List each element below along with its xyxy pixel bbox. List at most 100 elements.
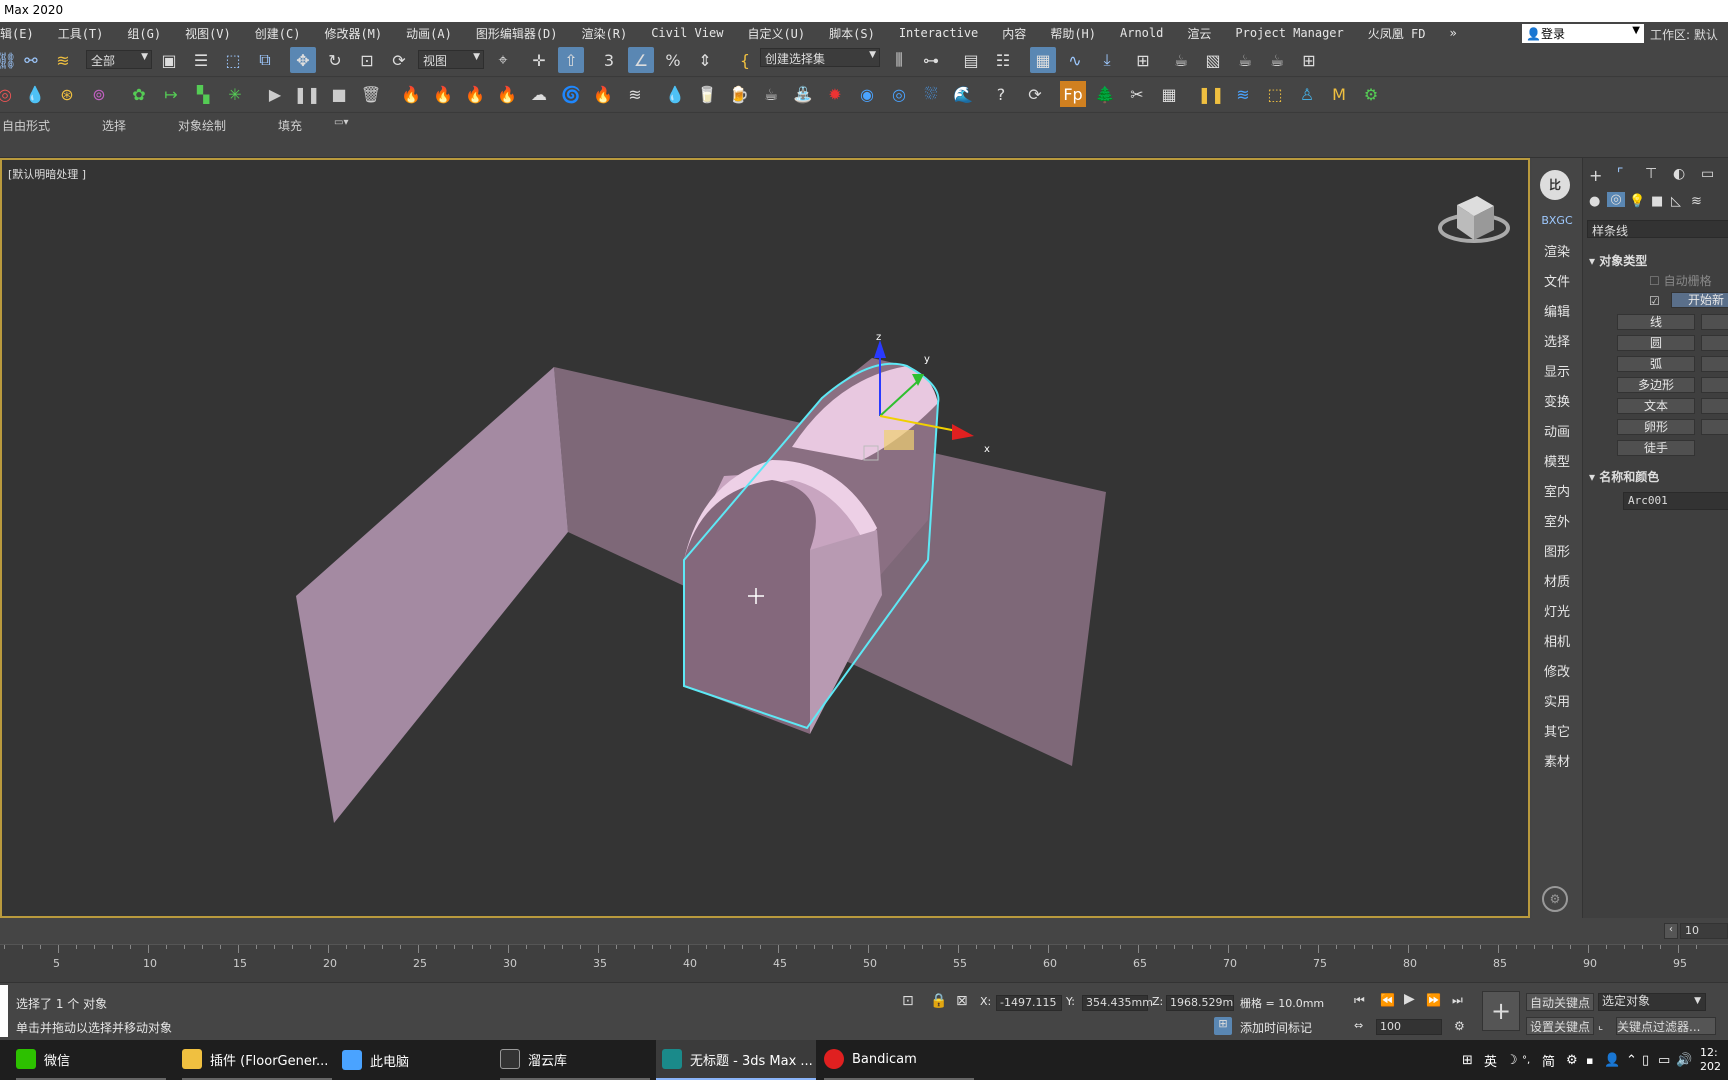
glass-icon[interactable]: 🥛: [694, 81, 720, 107]
spacewarps-icon[interactable]: ≋: [1691, 194, 1702, 209]
previous-frame-icon[interactable]: ⏪: [1380, 993, 1395, 1007]
side-nav-file[interactable]: 文件: [1532, 271, 1582, 290]
keyboard-shortcut-override-icon[interactable]: ⇧: [558, 47, 584, 73]
battery-icon[interactable]: ▯: [1642, 1040, 1649, 1080]
angle-snap-icon[interactable]: ∠: [628, 47, 654, 73]
object-name-input[interactable]: Arc001: [1623, 492, 1728, 510]
menu-group[interactable]: 组(G): [115, 25, 173, 42]
edit-named-selection-icon[interactable]: {: [732, 47, 758, 73]
x-coordinate-field[interactable]: -1497.115: [996, 995, 1062, 1011]
select-and-place-icon[interactable]: ⟳: [386, 47, 412, 73]
start-new-shape-checkbox[interactable]: ☑: [1649, 294, 1660, 308]
select-by-name-icon[interactable]: ☰: [188, 47, 214, 73]
bars-icon[interactable]: ❚❚: [1198, 81, 1225, 107]
figure-icon[interactable]: ♙: [1294, 81, 1320, 107]
fire-icon[interactable]: 🔥: [398, 81, 424, 107]
shape-button-section[interactable]: [1701, 419, 1728, 435]
volume-icon[interactable]: 🔊: [1676, 1040, 1692, 1080]
go-to-end-icon[interactable]: ⏭: [1452, 993, 1463, 1008]
splash-icon[interactable]: ⛆: [918, 81, 944, 107]
unlink-icon[interactable]: ⚯: [18, 47, 44, 73]
lights-icon[interactable]: 💡: [1629, 194, 1645, 209]
moon-icon[interactable]: ☽: [1506, 1040, 1518, 1080]
plugin-ring-icon[interactable]: ◎: [0, 81, 18, 107]
plugin-drop-icon[interactable]: 💧: [22, 81, 48, 107]
side-nav-model[interactable]: 模型: [1532, 451, 1582, 470]
lock-icon[interactable]: 🔒: [930, 993, 947, 1009]
refresh-icon[interactable]: ⟳: [1022, 81, 1048, 107]
fire-2-icon[interactable]: 🔥: [430, 81, 456, 107]
scene-explorer-icon[interactable]: ▤: [958, 47, 984, 73]
side-nav-lights[interactable]: 灯光: [1532, 601, 1582, 620]
settings-gear-icon[interactable]: ⚙: [1542, 886, 1568, 912]
shape-button-freehand[interactable]: 徒手: [1617, 440, 1695, 456]
set-key-big-button[interactable]: +: [1482, 991, 1520, 1031]
smoke-icon[interactable]: ☁: [526, 81, 552, 107]
play-animation-icon[interactable]: ▶: [1404, 991, 1415, 1007]
shape-button-text[interactable]: 文本: [1617, 398, 1695, 414]
login-dropdown[interactable]: 👤登录 ▼: [1522, 24, 1644, 43]
cup-icon[interactable]: ☕: [758, 81, 784, 107]
left-wall[interactable]: [296, 367, 568, 823]
settings-gear-icon[interactable]: ⚙: [1566, 1040, 1578, 1080]
add-time-tag-button[interactable]: 添加时间标记: [1240, 1019, 1312, 1036]
name-color-rollout[interactable]: ▾ 名称和颜色: [1589, 468, 1659, 485]
menu-help[interactable]: 帮助(H): [1038, 25, 1108, 42]
menu-fire-phoenix[interactable]: 火凤凰 FD: [1356, 25, 1438, 42]
bind-spacewarp-icon[interactable]: ≋: [50, 47, 76, 73]
maxscript-listener-strip[interactable]: [0, 985, 8, 1037]
side-nav-display[interactable]: 显示: [1532, 361, 1582, 380]
shape-button-rectangle[interactable]: [1701, 314, 1728, 330]
ribbon-tab-object-paint[interactable]: 对象绘制: [178, 117, 226, 134]
shape-button-ellipse[interactable]: [1701, 335, 1728, 351]
menu-animation[interactable]: 动画(A): [394, 25, 464, 42]
go-to-start-icon[interactable]: ⏮: [1354, 993, 1365, 1008]
taskbar-this-pc[interactable]: 此电脑: [342, 1040, 492, 1080]
fire-4-icon[interactable]: 🔥: [494, 81, 520, 107]
degree-icon[interactable]: °,: [1522, 1040, 1530, 1080]
menu-overflow[interactable]: »: [1437, 26, 1468, 40]
taskbar-liuyunku[interactable]: 溜云库: [500, 1040, 650, 1080]
plugin-orbit-icon[interactable]: ⊛: [54, 81, 80, 107]
frame-icon[interactable]: ⬚: [1262, 81, 1288, 107]
side-nav-cameras[interactable]: 相机: [1532, 631, 1582, 650]
sphere-icon[interactable]: ◉: [854, 81, 880, 107]
track-bar[interactable]: 5 10 15 20 25 30 35 40 45 50 55 60 65 70 75 80 85 90 95: [0, 944, 1728, 982]
menu-interactive[interactable]: Interactive: [887, 26, 990, 40]
stack-icon[interactable]: ≋: [1230, 81, 1256, 107]
y-coordinate-field[interactable]: 354.435mm: [1082, 995, 1153, 1011]
wave-icon[interactable]: ◎: [886, 81, 912, 107]
tree-icon[interactable]: 🌲: [1092, 81, 1118, 107]
side-nav-others[interactable]: 其它: [1532, 721, 1582, 740]
schematic-view-icon[interactable]: ⤓: [1094, 47, 1120, 73]
trash-icon[interactable]: 🗑: [358, 81, 384, 107]
menu-scripting[interactable]: 脚本(S): [817, 25, 887, 42]
side-nav-edit[interactable]: 编辑: [1532, 301, 1582, 320]
menu-arnold[interactable]: Arnold: [1108, 26, 1175, 40]
ribbon-tab-freeform[interactable]: 自由形式: [2, 117, 50, 134]
plugin-target-icon[interactable]: ⊚: [86, 81, 112, 107]
ribbon-tab-selection[interactable]: 选择: [102, 117, 126, 134]
side-nav-select[interactable]: 选择: [1532, 331, 1582, 350]
beer-icon[interactable]: 🍺: [726, 81, 752, 107]
menu-customize[interactable]: 自定义(U): [735, 25, 817, 42]
menu-civil-view[interactable]: Civil View: [639, 26, 735, 40]
shape-button-circle[interactable]: 圆: [1617, 335, 1695, 351]
helpers-icon[interactable]: ◺: [1671, 194, 1681, 209]
menu-edit[interactable]: 辑(E): [0, 25, 46, 42]
rectangular-selection-icon[interactable]: ⬚: [220, 47, 246, 73]
curve-editor-icon[interactable]: ∿: [1062, 47, 1088, 73]
select-object-icon[interactable]: ▣: [156, 47, 182, 73]
material-editor-icon[interactable]: ⊞: [1130, 47, 1156, 73]
cameras-icon[interactable]: ■: [1651, 194, 1663, 209]
select-and-rotate-icon[interactable]: ↻: [322, 47, 348, 73]
motion-tab-icon[interactable]: ◐: [1673, 166, 1685, 182]
window-crossing-icon[interactable]: ⧉: [252, 47, 278, 73]
bug-icon[interactable]: ✹: [822, 81, 848, 107]
key-target-dropdown[interactable]: 选定对象 ▼: [1598, 993, 1706, 1011]
menu-tools[interactable]: 工具(T): [46, 25, 116, 42]
tray-ime-mode[interactable]: 简: [1542, 1040, 1555, 1080]
select-and-scale-icon[interactable]: ⊡: [354, 47, 380, 73]
fp-icon[interactable]: Fp: [1060, 81, 1086, 107]
object-type-rollout[interactable]: ▾ 对象类型: [1589, 252, 1647, 269]
